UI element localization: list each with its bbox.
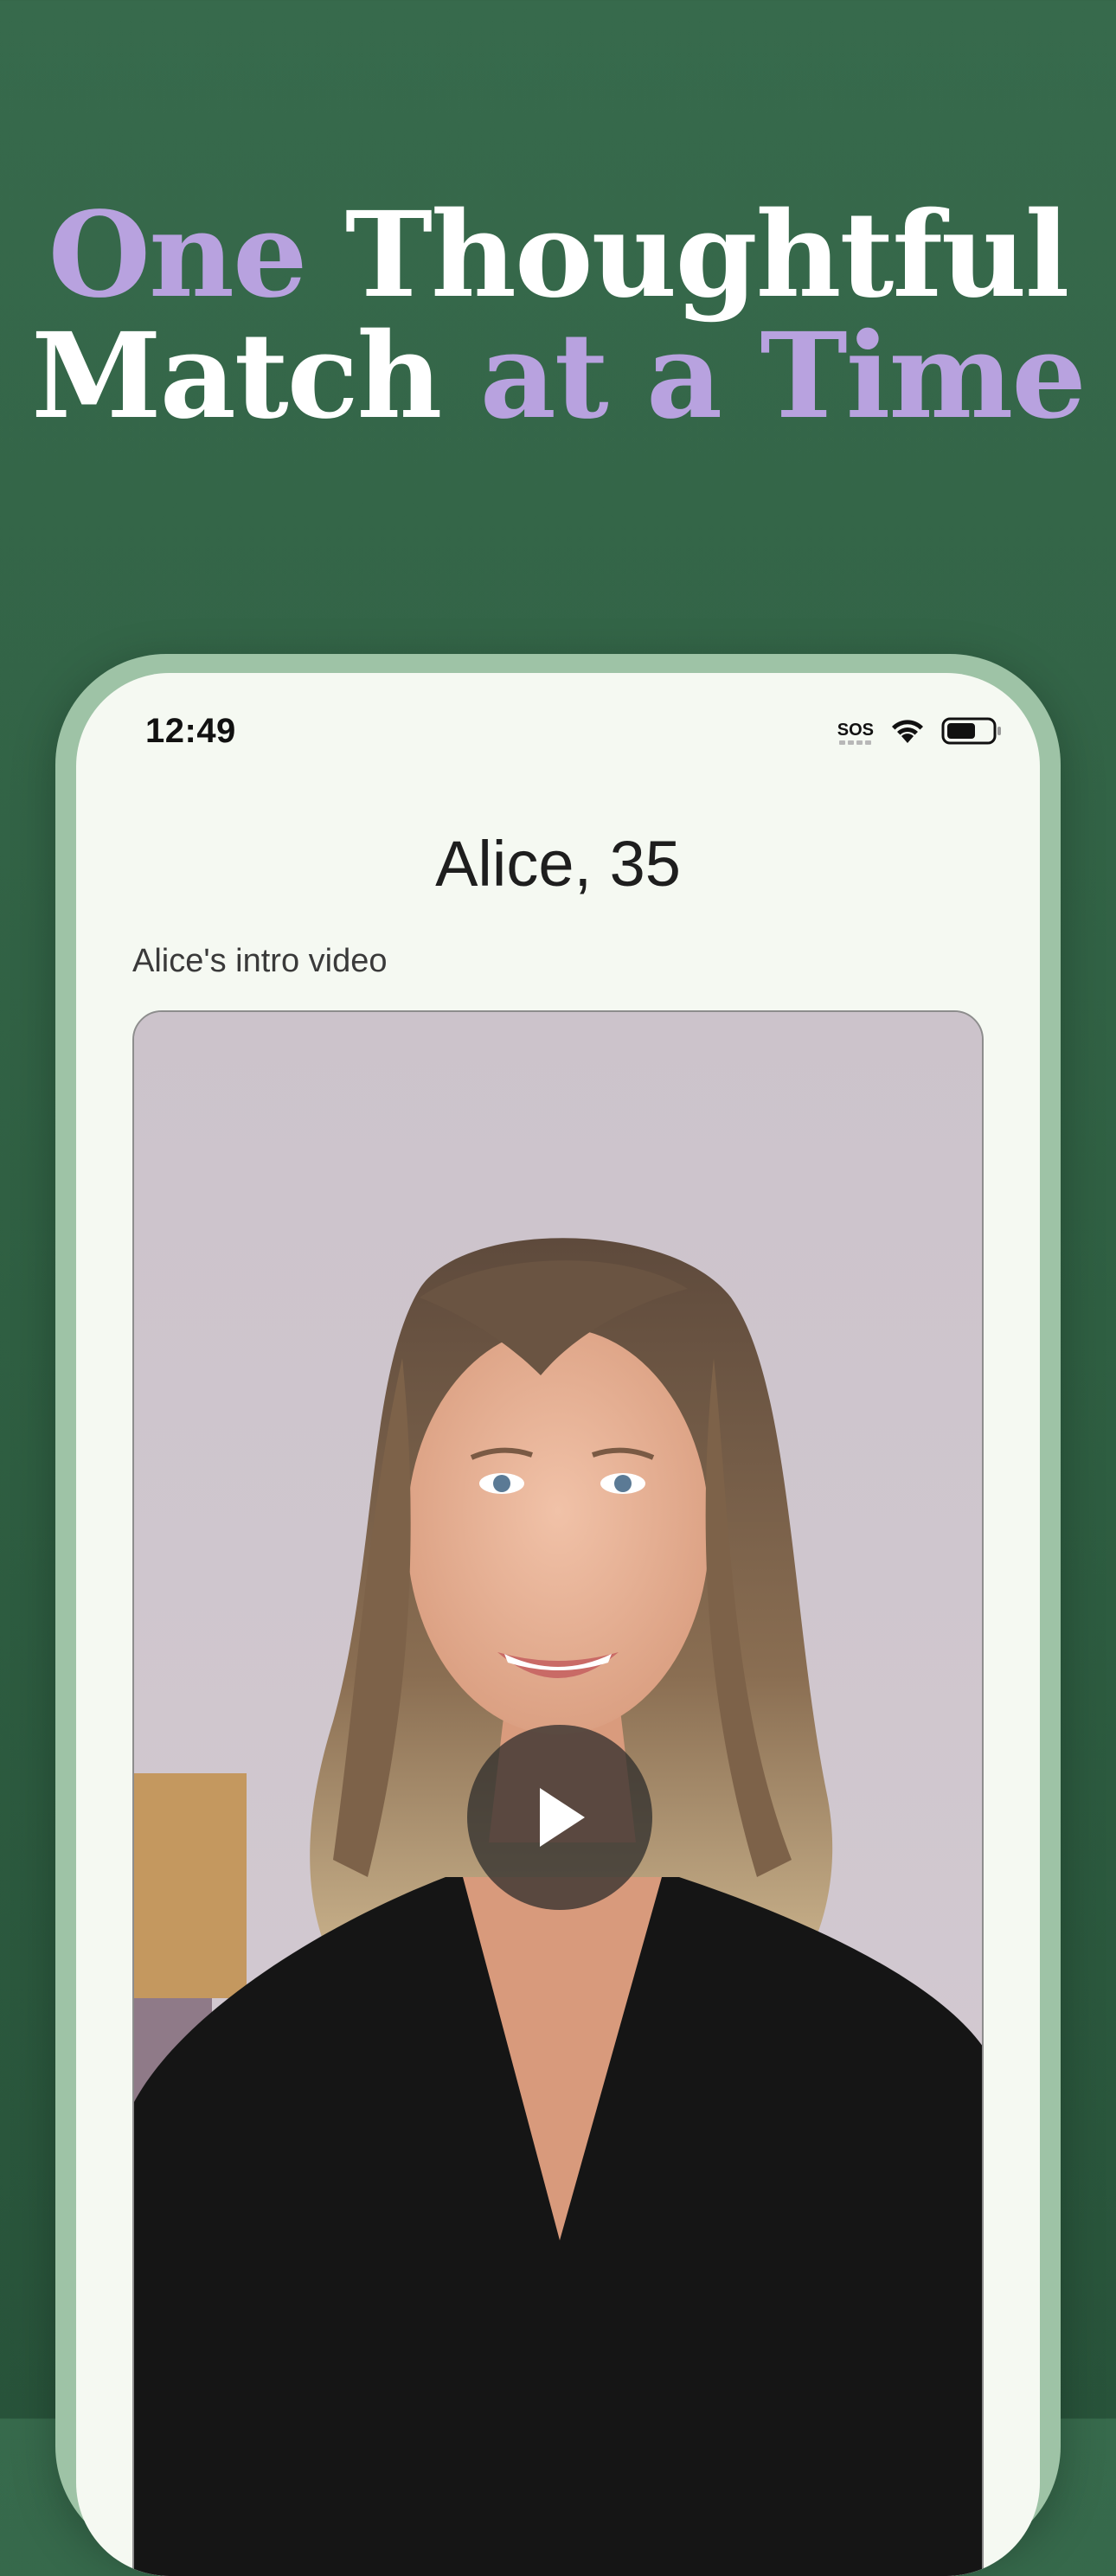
headline-line-2: Match at a Time [0, 316, 1116, 437]
headline-line-1: One Thoughtful [0, 195, 1116, 316]
headline-accent-one: One [48, 186, 308, 324]
status-icons: SOS [837, 716, 1004, 749]
battery-icon [941, 716, 1004, 749]
sos-label: SOS [837, 720, 874, 740]
play-button[interactable] [467, 1725, 652, 1910]
wifi-icon [889, 717, 926, 748]
headline-thoughtful: Thoughtful [344, 186, 1070, 324]
headline: One Thoughtful Match at a Time [0, 195, 1116, 437]
phone-screen: 12:49 SOS Alice, 35 Alice's intro video [76, 673, 1040, 2576]
headline-match: Match [31, 307, 442, 445]
profile-title: Alice, 35 [435, 828, 681, 900]
play-icon [540, 1788, 585, 1847]
sos-indicator: SOS [837, 721, 874, 745]
status-time: 12:49 [145, 712, 236, 750]
signal-dots [839, 740, 872, 745]
intro-video-player[interactable] [132, 1010, 984, 2576]
intro-video-label: Alice's intro video [132, 943, 388, 979]
headline-accent-time: at a Time [479, 307, 1087, 445]
